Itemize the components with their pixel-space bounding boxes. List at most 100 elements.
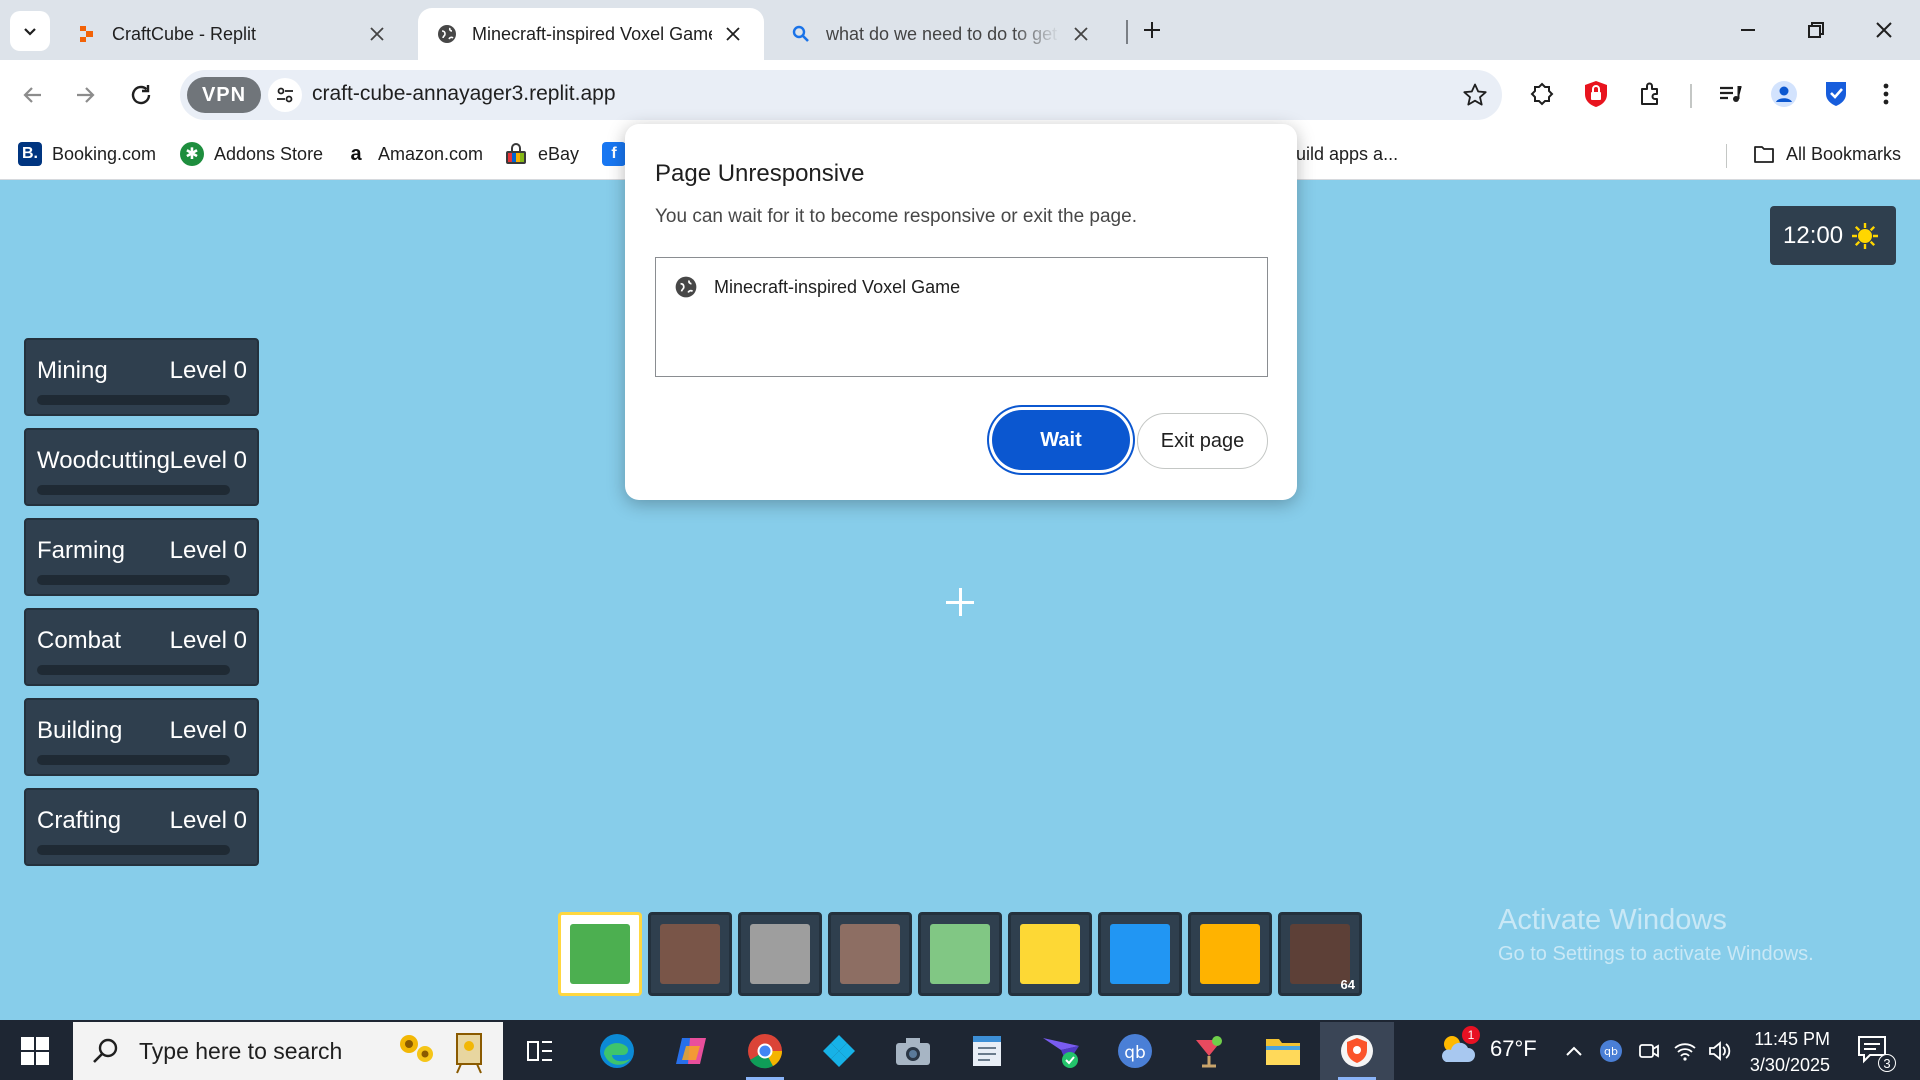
taskbar-chrome[interactable] (728, 1022, 802, 1080)
tab-title: what do we need to do to get th (826, 23, 1060, 44)
tab-strip: CraftCube - Replit Minecraft-inspired Vo… (0, 0, 1920, 60)
taskbar-brave[interactable] (1320, 1022, 1394, 1080)
tray-quickbooks[interactable]: qb (1596, 1036, 1626, 1066)
notification-center-button[interactable]: 3 (1856, 1034, 1896, 1072)
ebay-icon (504, 142, 528, 166)
block-icon (660, 924, 720, 984)
vpn-label: VPN (201, 83, 247, 106)
taskbar-search-box[interactable]: Type here to search (73, 1022, 503, 1080)
vpn-badge[interactable]: VPN (187, 77, 261, 113)
hotbar-slot-6[interactable] (1008, 912, 1092, 996)
taskbar-file-explorer[interactable] (1246, 1022, 1320, 1080)
skill-progress-bar (37, 485, 230, 495)
kebab-menu-icon (1883, 83, 1889, 105)
tab-search-button[interactable] (10, 11, 50, 51)
bookmark-booking[interactable]: B. Booking.com (18, 138, 156, 170)
restore-icon (1808, 22, 1824, 38)
taskbar-quickbooks[interactable]: qb (1098, 1022, 1172, 1080)
address-bar[interactable]: VPN craft-cube-annayager3.replit.app (180, 70, 1502, 120)
close-icon[interactable] (720, 21, 746, 47)
taskbar-notepad[interactable] (950, 1022, 1024, 1080)
kodi-icon (823, 1035, 855, 1067)
skill-name: Mining (37, 357, 108, 384)
close-icon[interactable] (1068, 21, 1094, 47)
skill-progress-bar (37, 665, 230, 675)
tab-voxel-game[interactable]: Minecraft-inspired Voxel Game (418, 8, 764, 60)
hotbar-slot-8[interactable] (1188, 912, 1272, 996)
forward-button[interactable] (66, 76, 104, 114)
taskbar-kodi[interactable] (802, 1022, 876, 1080)
browser-menu-button[interactable] (1868, 76, 1904, 112)
taskbar-task-view[interactable] (503, 1022, 577, 1080)
url-text[interactable]: craft-cube-annayager3.replit.app (312, 82, 616, 106)
hotbar-slot-1[interactable] (558, 912, 642, 996)
taskbar-clock[interactable]: 11:45 PM 3/30/2025 (1740, 1026, 1830, 1078)
bookmark-label: Addons Store (214, 143, 324, 164)
tab-title: CraftCube - Replit (112, 23, 257, 44)
reload-button[interactable] (122, 76, 160, 114)
back-button[interactable] (14, 76, 52, 114)
skill-progress-bar (37, 755, 230, 765)
reload-icon (131, 85, 151, 105)
adblock-extension-button[interactable] (1578, 76, 1614, 112)
profile-button[interactable] (1766, 76, 1802, 112)
taskbar-game-app[interactable] (1172, 1022, 1246, 1080)
extensions-menu-button[interactable] (1632, 76, 1668, 112)
close-icon[interactable] (364, 21, 390, 47)
skill-progress-bar (37, 845, 230, 855)
taskbar-vpn-app[interactable] (1024, 1022, 1098, 1080)
extension-button[interactable] (1524, 76, 1560, 112)
hotbar-slot-4[interactable] (828, 912, 912, 996)
sunflowers-painting-icon (400, 1033, 482, 1074)
bookmark-replit[interactable]: uild apps a... (1296, 138, 1398, 170)
tray-meet-now[interactable] (1634, 1036, 1664, 1066)
hotbar-slot-9[interactable]: 64 (1278, 912, 1362, 996)
all-bookmarks-button[interactable]: All Bookmarks (1752, 138, 1901, 170)
wait-button[interactable]: Wait (992, 410, 1130, 470)
password-manager-button[interactable] (1818, 76, 1854, 112)
new-tab-button[interactable] (1130, 8, 1174, 52)
tab-craftcube[interactable]: CraftCube - Replit (58, 8, 408, 60)
tab-search-query[interactable]: what do we need to do to get th (772, 8, 1112, 60)
bitwarden-shield-icon (1826, 82, 1846, 106)
weather-widget[interactable]: 1 67°F (1436, 1026, 1537, 1070)
media-controls-button[interactable] (1712, 76, 1748, 112)
playlist-icon (1720, 86, 1742, 102)
shield-icon (1585, 81, 1607, 107)
plus-icon (1144, 22, 1160, 38)
skill-name: Crafting (37, 807, 122, 834)
hotbar-slot-3[interactable] (738, 912, 822, 996)
bookmark-amazon[interactable]: a Amazon.com (344, 138, 483, 170)
close-window-button[interactable] (1854, 8, 1914, 52)
paper-plane-icon (1043, 1038, 1079, 1068)
bookmark-ebay[interactable]: eBay (504, 138, 579, 170)
taskbar-edge[interactable] (580, 1022, 654, 1080)
star-icon (1463, 83, 1487, 106)
taskbar-camera[interactable] (876, 1022, 950, 1080)
windows-start-icon[interactable] (14, 1034, 56, 1068)
restore-button[interactable] (1786, 8, 1846, 52)
bookmark-star-button[interactable] (1460, 80, 1490, 110)
skill-progress-bar (37, 575, 230, 585)
bookmark-addons-store[interactable]: ✱ Addons Store (180, 138, 323, 170)
minimize-button[interactable] (1718, 8, 1778, 52)
bookmark-label: uild apps a... (1296, 143, 1399, 164)
edge-icon (600, 1034, 634, 1068)
show-hidden-icons-button[interactable] (1562, 1036, 1586, 1066)
site-info-button[interactable] (268, 78, 302, 112)
tray-wifi[interactable] (1670, 1036, 1700, 1066)
block-icon (1110, 924, 1170, 984)
shield-browser-icon (1341, 1035, 1373, 1067)
hotbar-slot-2[interactable] (648, 912, 732, 996)
activate-windows-watermark: Activate Windows Go to Settings to activ… (1498, 904, 1814, 966)
exit-page-button[interactable]: Exit page (1137, 413, 1268, 469)
hotbar-slot-7[interactable] (1098, 912, 1182, 996)
tray-volume[interactable] (1704, 1036, 1734, 1066)
block-icon (1290, 924, 1350, 984)
taskbar-copilot[interactable] (654, 1022, 728, 1080)
tab-title: Minecraft-inspired Voxel Game (472, 23, 712, 44)
hotbar-slot-5[interactable] (918, 912, 1002, 996)
weather-alert-badge: 1 (1462, 1026, 1480, 1044)
block-icon (570, 924, 630, 984)
browser-toolbar: VPN craft-cube-annayager3.replit.app (0, 60, 1920, 130)
